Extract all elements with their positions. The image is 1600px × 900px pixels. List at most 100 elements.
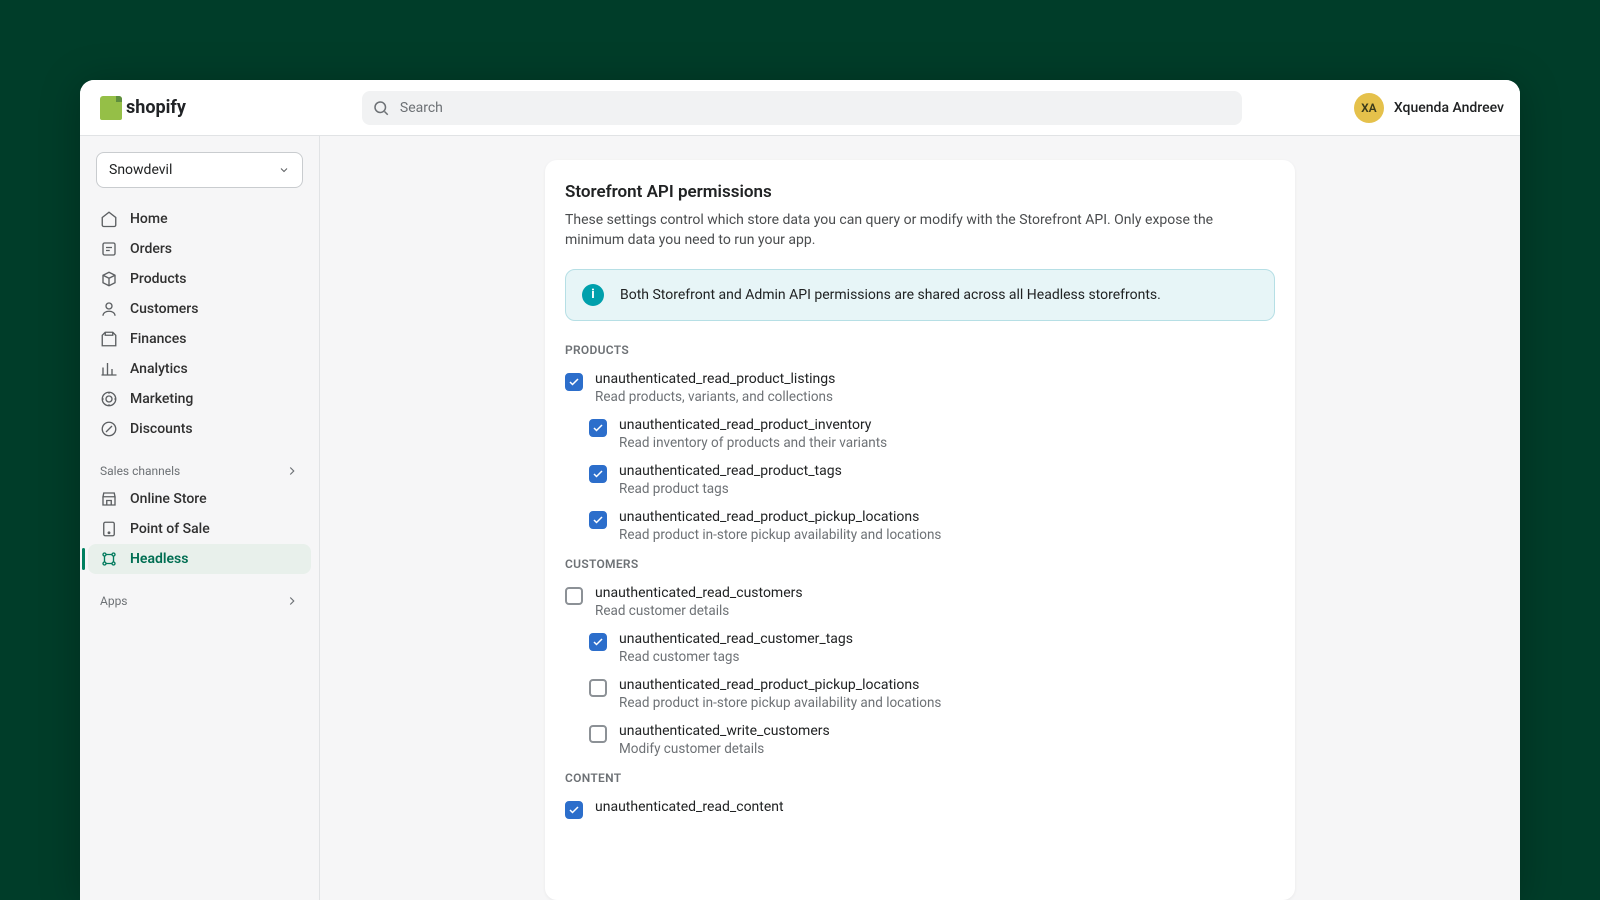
permission-name: unauthenticated_read_product_pickup_loca… (619, 509, 941, 525)
sidebar-section-label: Apps (100, 594, 128, 608)
chevron-right-icon (285, 464, 299, 478)
brand-name: shopify (126, 97, 186, 118)
user-name: Xquenda Andreev (1394, 100, 1504, 116)
permissions-card: Storefront API permissions These setting… (545, 160, 1295, 900)
chevron-down-icon (278, 164, 290, 176)
permission-row: unauthenticated_read_customers Read custo… (565, 581, 1275, 627)
permission-row: unauthenticated_read_content (565, 795, 1275, 827)
finances-icon (100, 330, 118, 348)
products-icon (100, 270, 118, 288)
search-icon (372, 99, 390, 117)
checkbox[interactable] (589, 419, 607, 437)
store-icon (100, 490, 118, 508)
permission-section-heading: PRODUCTS (565, 343, 1275, 357)
sidebar-item-customers[interactable]: Customers (88, 294, 311, 324)
permission-description: Read product in-store pickup availabilit… (619, 527, 941, 543)
app-window: shopify Search XA Xquenda Andreev Snowde… (80, 80, 1520, 900)
sidebar-item-headless[interactable]: Headless (88, 544, 311, 574)
store-selector[interactable]: Snowdevil (96, 152, 303, 188)
sidebar-item-point-of-sale[interactable]: Point of Sale (88, 514, 311, 544)
permission-name: unauthenticated_write_customers (619, 723, 830, 739)
sidebar: Snowdevil Home Orders Products Customers Fin… (80, 136, 320, 900)
sidebar-section-apps[interactable]: Apps (88, 584, 311, 612)
info-banner: i Both Storefront and Admin API permissi… (565, 269, 1275, 321)
sidebar-item-online-store[interactable]: Online Store (88, 484, 311, 514)
sidebar-item-home[interactable]: Home (88, 204, 311, 234)
permission-text: unauthenticated_read_product_pickup_loca… (619, 509, 941, 543)
sidebar-item-label: Analytics (130, 361, 188, 377)
permission-text: unauthenticated_read_product_tagsRead pr… (619, 463, 842, 497)
customers-icon (100, 300, 118, 318)
discounts-icon (100, 420, 118, 438)
permission-description: Read customer tags (619, 649, 853, 665)
checkbox[interactable] (589, 679, 607, 697)
checkbox[interactable] (565, 801, 583, 819)
permission-row: unauthenticated_read_product_pickup_loca… (589, 673, 1275, 719)
permission-text: unauthenticated_read_product_inventory Re… (619, 417, 887, 451)
home-icon (100, 210, 118, 228)
checkbox[interactable] (565, 587, 583, 605)
info-banner-text: Both Storefront and Admin API permission… (620, 287, 1161, 303)
analytics-icon (100, 360, 118, 378)
permission-name: unauthenticated_read_product_pickup_loca… (619, 677, 941, 693)
sidebar-item-label: Customers (130, 301, 198, 317)
permission-name: unauthenticated_read_content (595, 799, 784, 815)
permission-name: unauthenticated_read_product_inventory (619, 417, 887, 433)
permission-text: unauthenticated_read_product_listingsRea… (595, 371, 835, 405)
permission-row: unauthenticated_read_product_tagsRead pr… (589, 459, 1275, 505)
permission-text: unauthenticated_read_product_pickup_loca… (619, 677, 941, 711)
sidebar-item-orders[interactable]: Orders (88, 234, 311, 264)
permission-row: unauthenticated_read_product_inventory Re… (589, 413, 1275, 459)
avatar: XA (1354, 93, 1384, 123)
checkbox[interactable] (589, 511, 607, 529)
permission-row: unauthenticated_read_customer_tags Read c… (589, 627, 1275, 673)
orders-icon (100, 240, 118, 258)
marketing-icon (100, 390, 118, 408)
sidebar-item-products[interactable]: Products (88, 264, 311, 294)
checkbox[interactable] (565, 373, 583, 391)
permission-row: unauthenticated_write_customersModify cu… (589, 719, 1275, 765)
checkbox[interactable] (589, 725, 607, 743)
main-content: Storefront API permissions These setting… (320, 136, 1520, 900)
sidebar-item-discounts[interactable]: Discounts (88, 414, 311, 444)
permission-description: Read products, variants, and collections (595, 389, 835, 405)
permission-description: Read inventory of products and their var… (619, 435, 887, 451)
permission-row: unauthenticated_read_product_listingsRea… (565, 367, 1275, 413)
checkbox[interactable] (589, 465, 607, 483)
permission-section-heading: CUSTOMERS (565, 557, 1275, 571)
permission-text: unauthenticated_read_content (595, 799, 784, 815)
permission-row: unauthenticated_read_product_pickup_loca… (589, 505, 1275, 551)
sidebar-item-label: Products (130, 271, 187, 287)
search-placeholder: Search (400, 100, 443, 116)
chevron-right-icon (285, 594, 299, 608)
sidebar-item-analytics[interactable]: Analytics (88, 354, 311, 384)
sidebar-section-label: Sales channels (100, 464, 180, 478)
permission-description: Read customer details (595, 603, 803, 619)
sidebar-item-label: Marketing (130, 391, 193, 407)
sidebar-item-label: Headless (130, 551, 188, 567)
permission-section-heading: CONTENT (565, 771, 1275, 785)
permission-text: unauthenticated_write_customersModify cu… (619, 723, 830, 757)
store-selector-value: Snowdevil (109, 162, 172, 178)
sidebar-item-label: Orders (130, 241, 172, 257)
sidebar-item-marketing[interactable]: Marketing (88, 384, 311, 414)
brand-logo[interactable]: shopify (100, 96, 186, 120)
permission-name: unauthenticated_read_product_tags (619, 463, 842, 479)
sidebar-item-finances[interactable]: Finances (88, 324, 311, 354)
permission-name: unauthenticated_read_customer_tags (619, 631, 853, 647)
permission-text: unauthenticated_read_customer_tags Read c… (619, 631, 853, 665)
info-icon: i (582, 284, 604, 306)
permission-description: Read product in-store pickup availabilit… (619, 695, 941, 711)
shopify-bag-icon (100, 96, 122, 120)
pos-icon (100, 520, 118, 538)
checkbox[interactable] (589, 633, 607, 651)
sidebar-item-label: Online Store (130, 491, 207, 507)
sidebar-section-sales-channels[interactable]: Sales channels (88, 454, 311, 482)
headless-icon (100, 550, 118, 568)
topbar: shopify Search XA Xquenda Andreev (80, 80, 1520, 136)
page-subtitle: These settings control which store data … (565, 210, 1275, 251)
permission-name: unauthenticated_read_customers (595, 585, 803, 601)
sidebar-item-label: Discounts (130, 421, 193, 437)
search-input[interactable]: Search (362, 91, 1242, 125)
user-menu[interactable]: XA Xquenda Andreev (1354, 93, 1504, 123)
